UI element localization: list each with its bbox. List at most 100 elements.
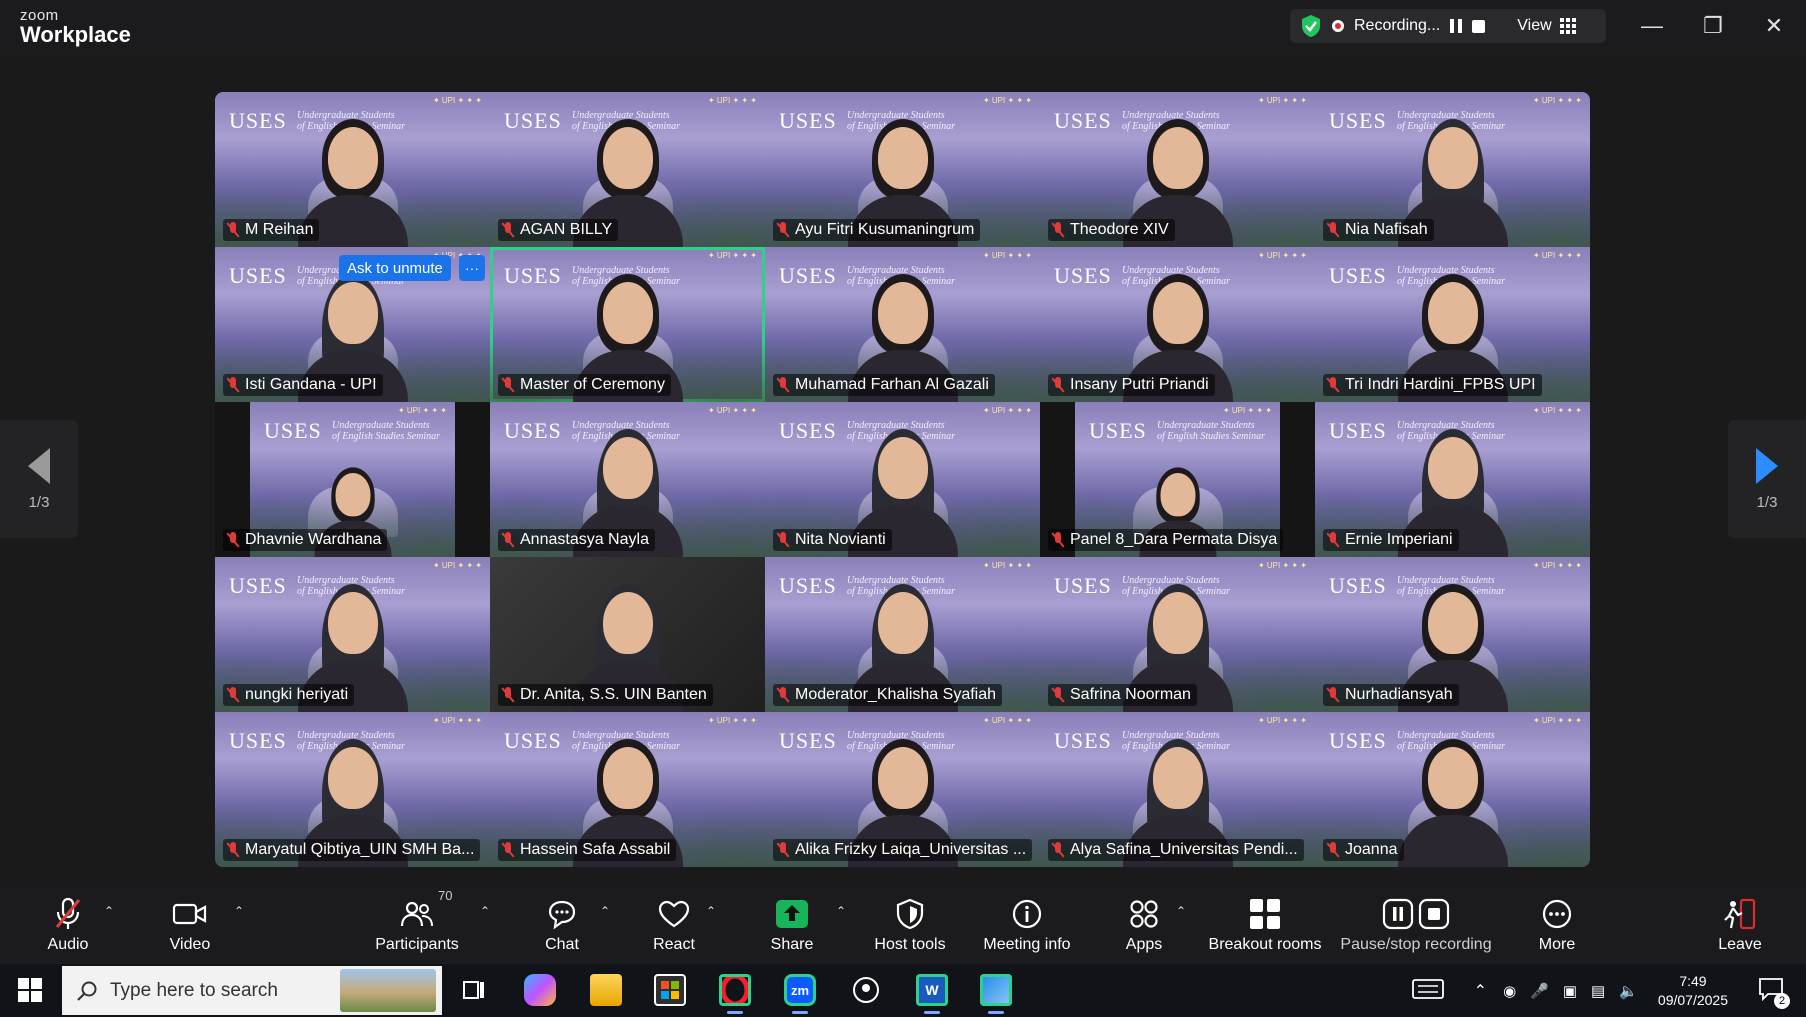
- participant-tile[interactable]: USESUndergraduate Studentsof English Stu…: [1040, 92, 1315, 247]
- audio-button[interactable]: Audio: [38, 890, 98, 960]
- share-button[interactable]: Share: [762, 890, 822, 960]
- participant-tile[interactable]: USESUndergraduate Studentsof English Stu…: [490, 712, 765, 867]
- keyboard-icon[interactable]: [1411, 978, 1444, 1004]
- photos-icon[interactable]: [980, 974, 1012, 1014]
- webcam-icon[interactable]: ◉: [1503, 982, 1516, 1000]
- maps-icon[interactable]: [850, 974, 882, 1006]
- tile-more-options-button[interactable]: ···: [459, 255, 485, 281]
- notifications-icon[interactable]: 2: [1758, 977, 1790, 1009]
- banner-logos: ✦ UPI ✦ ✦ ✦: [1532, 716, 1582, 725]
- microsoft-store-icon[interactable]: [654, 974, 686, 1006]
- participant-tile[interactable]: USESUndergraduate Studentsof English Stu…: [1040, 402, 1315, 557]
- microphone-muted-icon: [1052, 222, 1064, 238]
- chat-button[interactable]: Chat: [532, 890, 592, 960]
- participant-tile[interactable]: USESUndergraduate Studentsof English Stu…: [1315, 247, 1590, 402]
- task-view-icon[interactable]: [458, 974, 490, 1006]
- meeting-info-button[interactable]: Meeting info: [980, 890, 1074, 960]
- microphone-muted-icon: [227, 532, 239, 548]
- banner-uses-text: USES: [779, 108, 837, 133]
- clock[interactable]: 7:49 09/07/2025: [1658, 972, 1728, 1008]
- copilot-icon[interactable]: [524, 974, 556, 1006]
- microphone-muted-icon: [777, 842, 789, 858]
- participant-name-label: Hassein Safa Assabil: [498, 839, 677, 861]
- participant-name-label: Dr. Anita, S.S. UIN Banten: [498, 684, 713, 706]
- pause-recording-icon[interactable]: [1450, 19, 1463, 33]
- view-button[interactable]: View: [1517, 17, 1576, 35]
- next-page-button[interactable]: 1/3: [1728, 420, 1806, 538]
- ask-to-unmute-button[interactable]: Ask to unmute: [339, 255, 451, 281]
- participant-tile[interactable]: USESUndergraduate Studentsof English Stu…: [215, 402, 490, 557]
- windows-start-icon[interactable]: [18, 978, 42, 1002]
- participant-tile[interactable]: USESUndergraduate Studentsof English Stu…: [765, 92, 1040, 247]
- banner-subtitle-line-2: of English Studies Seminar: [332, 431, 441, 442]
- share-options-chevron-icon[interactable]: ⌃: [836, 904, 846, 918]
- participant-tile[interactable]: USESUndergraduate Studentsof English Stu…: [765, 557, 1040, 712]
- participant-tile[interactable]: Dr. Anita, S.S. UIN Banten: [490, 557, 765, 712]
- word-icon[interactable]: W: [916, 974, 948, 1014]
- microphone-tray-icon[interactable]: 🎤: [1530, 982, 1549, 1000]
- banner-logos: ✦ UPI ✦ ✦ ✦: [1532, 96, 1582, 105]
- pause-stop-recording-button[interactable]: Pause/stop recording: [1340, 890, 1492, 960]
- security-icon[interactable]: ▣: [1563, 982, 1577, 1000]
- breakout-rooms-button[interactable]: Breakout rooms: [1206, 890, 1324, 960]
- participant-tile[interactable]: USESUndergraduate Studentsof English Stu…: [490, 247, 765, 402]
- close-button[interactable]: ✕: [1754, 12, 1794, 40]
- more-button[interactable]: More: [1524, 890, 1590, 960]
- apps-button[interactable]: Apps: [1124, 890, 1164, 960]
- audio-options-chevron-icon[interactable]: ⌃: [104, 904, 114, 918]
- participant-tile[interactable]: USESUndergraduate Studentsof English Stu…: [1315, 557, 1590, 712]
- taskbar-search-box[interactable]: Type here to search: [62, 966, 442, 1015]
- participant-tile[interactable]: USESUndergraduate Studentsof English Stu…: [1315, 402, 1590, 557]
- participant-tile[interactable]: USESUndergraduate Studentsof English Stu…: [1040, 247, 1315, 402]
- react-options-chevron-icon[interactable]: ⌃: [706, 904, 716, 918]
- banner-logos: ✦ UPI ✦ ✦ ✦: [1257, 716, 1307, 725]
- volume-icon[interactable]: 🔈: [1619, 982, 1638, 1000]
- banner-logos: ✦ UPI ✦ ✦ ✦: [1257, 96, 1307, 105]
- banner-logos: ✦ UPI ✦ ✦ ✦: [707, 716, 757, 725]
- shield-icon: [896, 898, 924, 930]
- minimize-button[interactable]: —: [1632, 12, 1672, 40]
- restore-button[interactable]: ❐: [1693, 12, 1733, 40]
- participant-tile[interactable]: USESUndergraduate Studentsof English Stu…: [215, 247, 490, 402]
- host-tools-button[interactable]: Host tools: [870, 890, 950, 960]
- video-button[interactable]: Video: [160, 890, 220, 960]
- encryption-shield-icon[interactable]: [1300, 14, 1322, 38]
- video-options-chevron-icon[interactable]: ⌃: [234, 904, 244, 918]
- chevron-up-icon[interactable]: ⌃: [1474, 981, 1487, 1001]
- participant-name: Hassein Safa Assabil: [520, 841, 671, 858]
- zoom-app-icon[interactable]: zm: [784, 974, 816, 1014]
- participant-tile[interactable]: USESUndergraduate Studentsof English Stu…: [1315, 92, 1590, 247]
- stop-recording-icon[interactable]: [1472, 19, 1486, 33]
- microphone-muted-icon: [502, 687, 514, 703]
- network-icon[interactable]: ▤: [1591, 982, 1605, 1000]
- banner-logos: ✦ UPI ✦ ✦ ✦: [982, 716, 1032, 725]
- opera-browser-icon[interactable]: [719, 974, 751, 1014]
- react-button[interactable]: React: [644, 890, 704, 960]
- participant-tile[interactable]: USESUndergraduate Studentsof English Stu…: [490, 402, 765, 557]
- participant-tile[interactable]: USESUndergraduate Studentsof English Stu…: [765, 247, 1040, 402]
- microphone-muted-icon: [227, 222, 239, 238]
- heart-icon: [658, 900, 690, 928]
- previous-page-button[interactable]: 1/3: [0, 420, 78, 538]
- participant-tile[interactable]: USESUndergraduate Studentsof English Stu…: [1315, 712, 1590, 867]
- chat-icon: [548, 900, 576, 930]
- participant-tile[interactable]: USESUndergraduate Studentsof English Stu…: [490, 92, 765, 247]
- apps-options-chevron-icon[interactable]: ⌃: [1176, 904, 1186, 918]
- participant-tile[interactable]: USESUndergraduate Studentsof English Stu…: [215, 92, 490, 247]
- meeting-toolbar: Audio ⌃ Video ⌃ Participants 70 ⌃ Chat ⌃…: [0, 884, 1806, 964]
- chat-options-chevron-icon[interactable]: ⌃: [600, 904, 610, 918]
- participant-tile[interactable]: USESUndergraduate Studentsof English Stu…: [1040, 557, 1315, 712]
- leave-button[interactable]: Leave: [1712, 890, 1768, 960]
- participant-tile[interactable]: USESUndergraduate Studentsof English Stu…: [765, 402, 1040, 557]
- participant-tile[interactable]: USESUndergraduate Studentsof English Stu…: [215, 712, 490, 867]
- banner-uses-text: USES: [504, 418, 562, 443]
- file-explorer-icon[interactable]: [590, 974, 622, 1006]
- participant-name-label: Ayu Fitri Kusumaningrum: [773, 219, 981, 241]
- camera-icon: [172, 903, 207, 925]
- banner-subtitle: Undergraduate Studentsof English Studies…: [332, 420, 440, 442]
- participant-tile[interactable]: USESUndergraduate Studentsof English Stu…: [215, 557, 490, 712]
- microphone-muted-icon: [1052, 377, 1064, 393]
- participants-options-chevron-icon[interactable]: ⌃: [480, 904, 490, 918]
- participant-tile[interactable]: USESUndergraduate Studentsof English Stu…: [1040, 712, 1315, 867]
- participant-tile[interactable]: USESUndergraduate Studentsof English Stu…: [765, 712, 1040, 867]
